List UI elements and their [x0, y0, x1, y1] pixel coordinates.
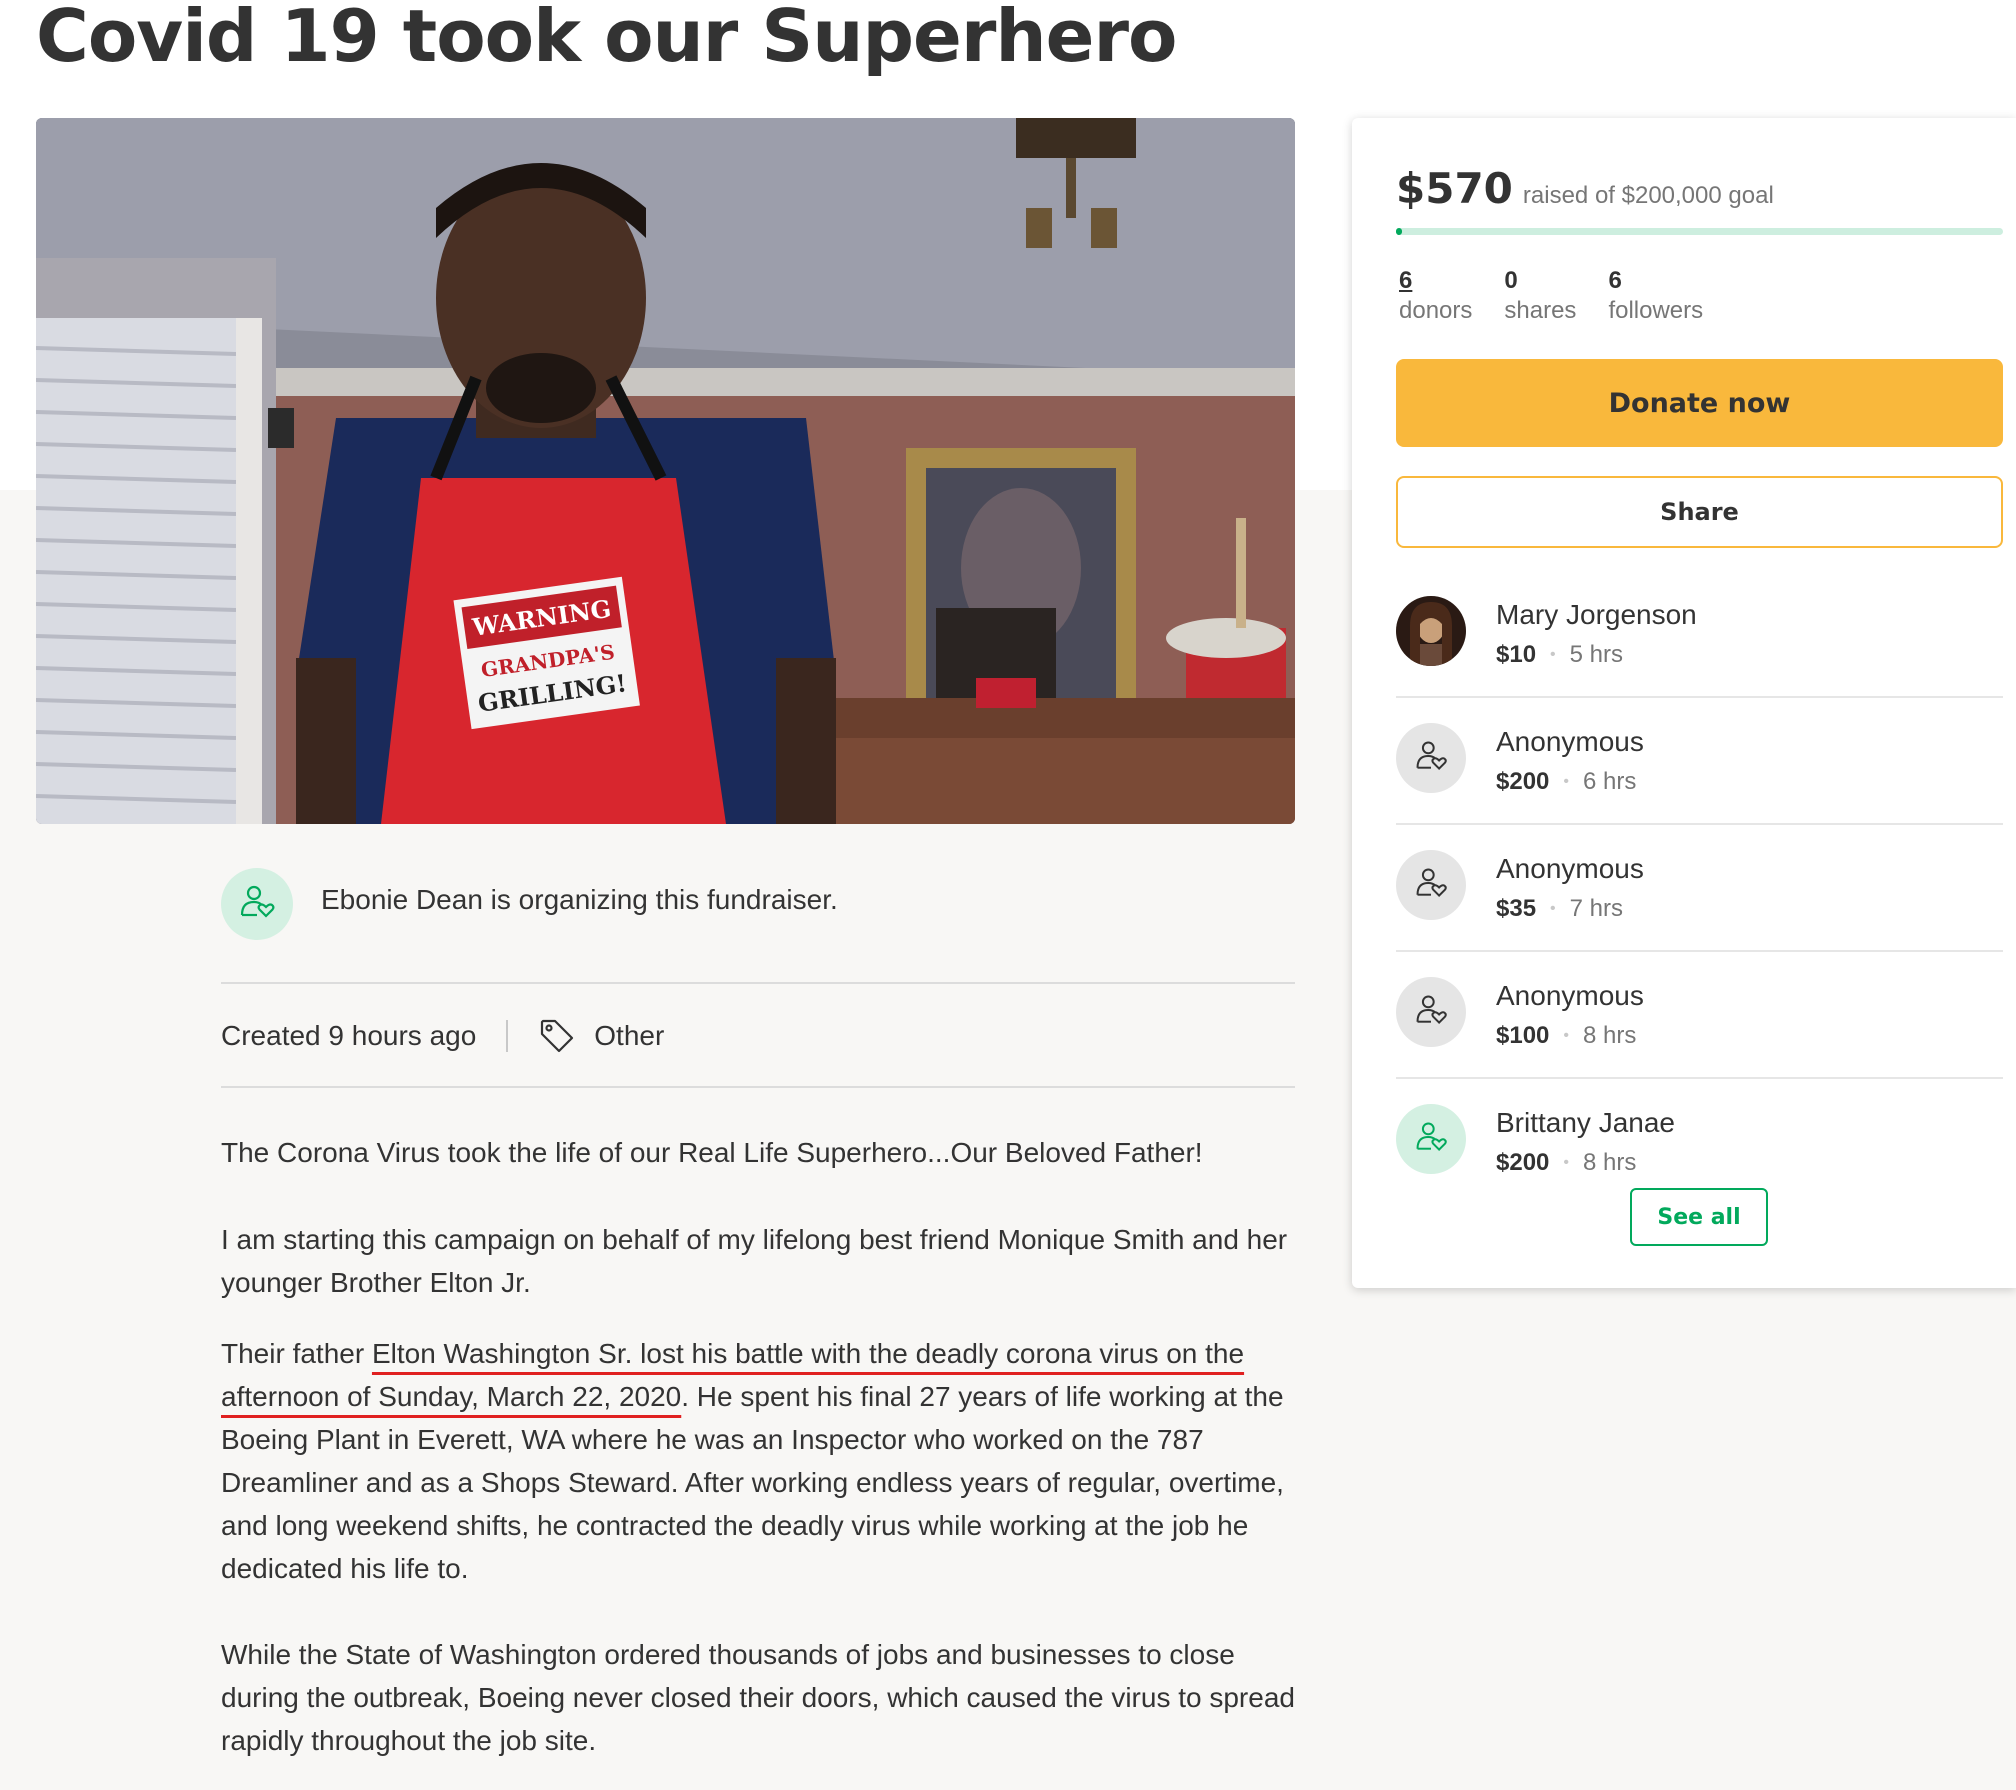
raised-amount: $570	[1396, 164, 1513, 213]
campaign-photo[interactable]: WARNING GRANDPA'S GRILLING!	[36, 118, 1295, 824]
stat-label: donors	[1399, 297, 1473, 324]
donate-now-button[interactable]: Donate now	[1396, 359, 2003, 447]
donation-time: 8 hrs	[1583, 1022, 1637, 1049]
donation-details: $35 • 7 hrs	[1496, 895, 1623, 923]
user-heart-icon	[1413, 992, 1449, 1033]
campaign-meta: Created 9 hours ago Other	[221, 1016, 664, 1056]
campaign-stats: 6 donors 0 shares 6 followers	[1399, 266, 1735, 326]
donation-time: 5 hrs	[1569, 641, 1624, 668]
divider	[221, 1086, 1295, 1088]
donation-details: $200 • 8 hrs	[1496, 1149, 1636, 1177]
divider	[221, 982, 1295, 984]
donation-item: Anonymous $200 • 6 hrs	[1396, 698, 2003, 825]
donation-amount: $200	[1496, 1149, 1550, 1176]
story-p3-start: Their father	[221, 1338, 372, 1369]
organizer-avatar	[221, 868, 293, 940]
stat-label: followers	[1608, 297, 1704, 324]
story-paragraph-1: The Corona Virus took the life of our Re…	[221, 1137, 1203, 1168]
goal-text: raised of $200,000 goal	[1522, 182, 1774, 209]
donation-amount: $100	[1496, 1022, 1550, 1049]
story-paragraph-2: I am starting this campaign on behalf of…	[221, 1224, 1288, 1298]
donor-avatar	[1396, 1104, 1466, 1174]
stat-number: 0	[1504, 267, 1518, 294]
donor-avatar	[1396, 596, 1466, 666]
donation-amount: $10	[1496, 641, 1537, 668]
stat-followers: 6 followers	[1608, 266, 1703, 326]
donation-card: $570 raised of $200,000 goal 6 donors 0 …	[1352, 118, 2016, 1288]
donor-name: Anonymous	[1496, 853, 1644, 884]
created-text: Created 9 hours ago	[221, 1020, 477, 1051]
share-button[interactable]: Share	[1396, 476, 2003, 548]
organizer-text: Ebonie Dean is organizing this fundraise…	[321, 884, 838, 915]
stat-donors[interactable]: 6 donors	[1399, 266, 1472, 326]
stat-number: 6	[1399, 267, 1413, 294]
bullet-separator: •	[1550, 646, 1556, 663]
page-title: Covid 19 took our Superhero	[36, 0, 1177, 78]
donation-item: Brittany Janae $200 • 8 hrs	[1396, 1079, 2003, 1204]
donor-name: Mary Jorgenson	[1496, 599, 1697, 630]
bullet-separator: •	[1563, 773, 1569, 790]
bullet-separator: •	[1563, 1027, 1569, 1044]
stat-number: 6	[1608, 267, 1622, 294]
donation-item: Mary Jorgenson $10 • 5 hrs	[1396, 571, 2003, 698]
donation-item: Anonymous $35 • 7 hrs	[1396, 825, 2003, 952]
stat-label: shares	[1504, 297, 1577, 324]
donor-name: Brittany Janae	[1496, 1107, 1675, 1138]
user-heart-icon	[1413, 865, 1449, 906]
donor-avatar	[1396, 850, 1466, 920]
donation-details: $10 • 5 hrs	[1496, 641, 1623, 669]
user-heart-icon	[237, 882, 277, 927]
donation-item: Anonymous $100 • 8 hrs	[1396, 952, 2003, 1079]
recent-donations-list: Mary Jorgenson $10 • 5 hrs Anonymous $20…	[1396, 571, 2003, 1204]
bullet-separator: •	[1550, 900, 1556, 917]
donation-details: $100 • 8 hrs	[1496, 1022, 1636, 1050]
progress-bar-fill	[1396, 228, 1402, 235]
user-heart-icon	[1413, 1119, 1449, 1160]
category-link[interactable]: Other	[594, 1020, 664, 1052]
donation-time: 7 hrs	[1569, 895, 1624, 922]
raised-summary: $570 raised of $200,000 goal	[1396, 164, 1774, 213]
story-paragraph-4: While the State of Washington ordered th…	[221, 1639, 1295, 1756]
donation-amount: $35	[1496, 895, 1537, 922]
user-heart-icon	[1413, 738, 1449, 779]
donation-time: 6 hrs	[1583, 768, 1637, 795]
tag-icon	[538, 1017, 576, 1055]
progress-bar	[1396, 228, 2003, 235]
see-all-button[interactable]: See all	[1630, 1188, 1768, 1246]
donor-avatar	[1396, 977, 1466, 1047]
story-paragraph-3: Their father Elton Washington Sr. lost h…	[221, 1332, 1311, 1590]
meta-separator	[506, 1020, 509, 1052]
donation-time: 8 hrs	[1583, 1149, 1637, 1176]
donation-amount: $200	[1496, 768, 1550, 795]
donor-name: Anonymous	[1496, 980, 1644, 1011]
stat-shares: 0 shares	[1504, 266, 1576, 326]
donor-name: Anonymous	[1496, 726, 1644, 757]
donation-details: $200 • 6 hrs	[1496, 768, 1636, 796]
bullet-separator: •	[1563, 1154, 1569, 1171]
donor-avatar	[1396, 723, 1466, 793]
